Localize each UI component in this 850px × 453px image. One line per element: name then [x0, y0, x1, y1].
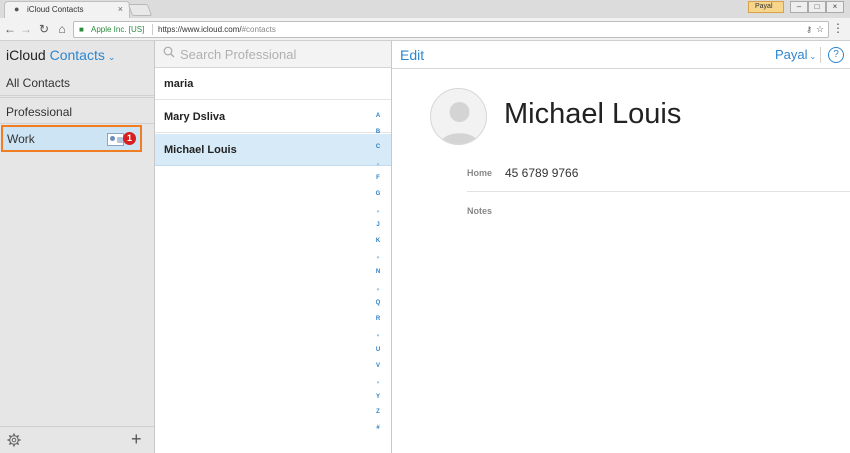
browser-toolbar: ← → ↻ ⌂ ■ Apple Inc. [US] https://www.ic…: [0, 18, 850, 41]
group-label: Work: [7, 132, 35, 146]
contacts-list-pane: maria Mary Dsliva Michael Louis A B C • …: [155, 41, 392, 453]
index-letter[interactable]: J: [371, 222, 385, 228]
home-phone-label: Home: [467, 168, 493, 178]
browser-tab-strip: ● iCloud Contacts × Payal – □ ×: [0, 0, 850, 18]
index-letter[interactable]: Z: [371, 409, 385, 415]
bookmark-star-icon[interactable]: ☆: [816, 22, 824, 37]
index-dot[interactable]: •: [371, 285, 385, 294]
edit-button[interactable]: Edit: [400, 47, 424, 63]
groups-sidebar: iCloud Contacts ⌄ All Contacts Profession…: [0, 41, 155, 453]
browser-profile-badge[interactable]: Payal: [748, 1, 784, 13]
contact-detail-pane: Edit Payal ⌄ ? Michael Louis Home 45 6789…: [392, 41, 850, 453]
contact-list-item[interactable]: maria: [155, 68, 391, 100]
tab-title: iCloud Contacts: [27, 5, 84, 14]
app-switcher[interactable]: iCloud Contacts ⌄: [0, 41, 154, 69]
new-tab-button[interactable]: [127, 4, 153, 16]
help-button[interactable]: ?: [828, 47, 844, 63]
gear-icon[interactable]: [7, 433, 21, 447]
forward-icon[interactable]: →: [19, 21, 33, 37]
browser-tab[interactable]: ● iCloud Contacts ×: [4, 1, 130, 18]
reload-icon[interactable]: ↻: [37, 21, 51, 37]
brand-label: iCloud: [6, 47, 46, 63]
toolbar-divider: [820, 47, 821, 63]
index-letter[interactable]: U: [371, 347, 385, 353]
chevron-down-icon: ⌄: [809, 52, 817, 61]
chevron-down-icon: ⌄: [107, 52, 116, 62]
index-dot[interactable]: •: [371, 160, 385, 169]
lock-icon: ■: [79, 25, 84, 34]
group-label: Professional: [6, 105, 73, 119]
index-letter[interactable]: Q: [371, 300, 385, 306]
person-silhouette-icon: [439, 102, 480, 144]
group-all-contacts[interactable]: All Contacts: [0, 69, 154, 96]
minimize-button[interactable]: –: [790, 1, 808, 13]
count-badge: 1: [123, 132, 136, 145]
index-dot[interactable]: •: [371, 331, 385, 340]
app-name-label: Contacts: [49, 47, 105, 63]
close-window-button[interactable]: ×: [826, 1, 844, 13]
browser-menu-icon[interactable]: ⋮: [832, 21, 844, 35]
index-letter[interactable]: Y: [371, 394, 385, 400]
notes-label: Notes: [467, 206, 493, 216]
index-letter[interactable]: N: [371, 269, 385, 275]
avatar[interactable]: [430, 88, 487, 145]
tab-close-icon[interactable]: ×: [118, 4, 123, 14]
search-icon: [163, 46, 175, 58]
index-letter[interactable]: C: [371, 144, 385, 150]
group-label: All Contacts: [6, 76, 71, 90]
index-letter[interactable]: V: [371, 363, 385, 369]
index-letter[interactable]: A: [371, 113, 385, 119]
key-icon[interactable]: ⚷: [806, 22, 812, 37]
contact-list-item[interactable]: Mary Dsliva: [155, 101, 391, 133]
index-dot[interactable]: •: [371, 378, 385, 387]
index-letter[interactable]: F: [371, 175, 385, 181]
home-phone-value[interactable]: 45 6789 9766: [505, 166, 578, 180]
home-icon[interactable]: ⌂: [55, 21, 69, 37]
add-icon[interactable]: +: [131, 430, 142, 448]
index-letter[interactable]: G: [371, 191, 385, 197]
index-letter[interactable]: #: [371, 425, 385, 431]
index-letter[interactable]: B: [371, 129, 385, 135]
address-bar[interactable]: ■ Apple Inc. [US] https://www.icloud.com…: [73, 21, 829, 38]
group-work[interactable]: Work 1: [1, 125, 142, 152]
sidebar-footer: +: [0, 426, 154, 453]
icloud-contacts-app: iCloud Contacts ⌄ All Contacts Profession…: [0, 41, 850, 453]
address-url: https://www.icloud.com/#contacts: [158, 25, 276, 34]
index-dot[interactable]: •: [371, 253, 385, 262]
account-name: Payal: [775, 47, 808, 62]
group-professional[interactable]: Professional: [0, 97, 154, 124]
secure-origin-label: Apple Inc. [US]: [91, 25, 145, 34]
contact-list-item-selected[interactable]: Michael Louis: [155, 134, 391, 166]
detail-toolbar: Edit Payal ⌄ ?: [392, 41, 850, 69]
apple-icon: ●: [14, 4, 20, 14]
index-dot[interactable]: •: [371, 207, 385, 216]
address-divider: [152, 24, 153, 35]
search-input[interactable]: [180, 45, 360, 63]
search-bar: [155, 41, 391, 68]
restore-button[interactable]: □: [808, 1, 826, 13]
index-letter[interactable]: K: [371, 238, 385, 244]
back-icon[interactable]: ←: [3, 21, 17, 37]
contact-card-drag-icon: [107, 133, 124, 146]
index-letter[interactable]: R: [371, 316, 385, 322]
contact-full-name: Michael Louis: [504, 98, 682, 130]
account-menu[interactable]: Payal ⌄: [775, 47, 816, 62]
field-divider: [467, 191, 850, 192]
